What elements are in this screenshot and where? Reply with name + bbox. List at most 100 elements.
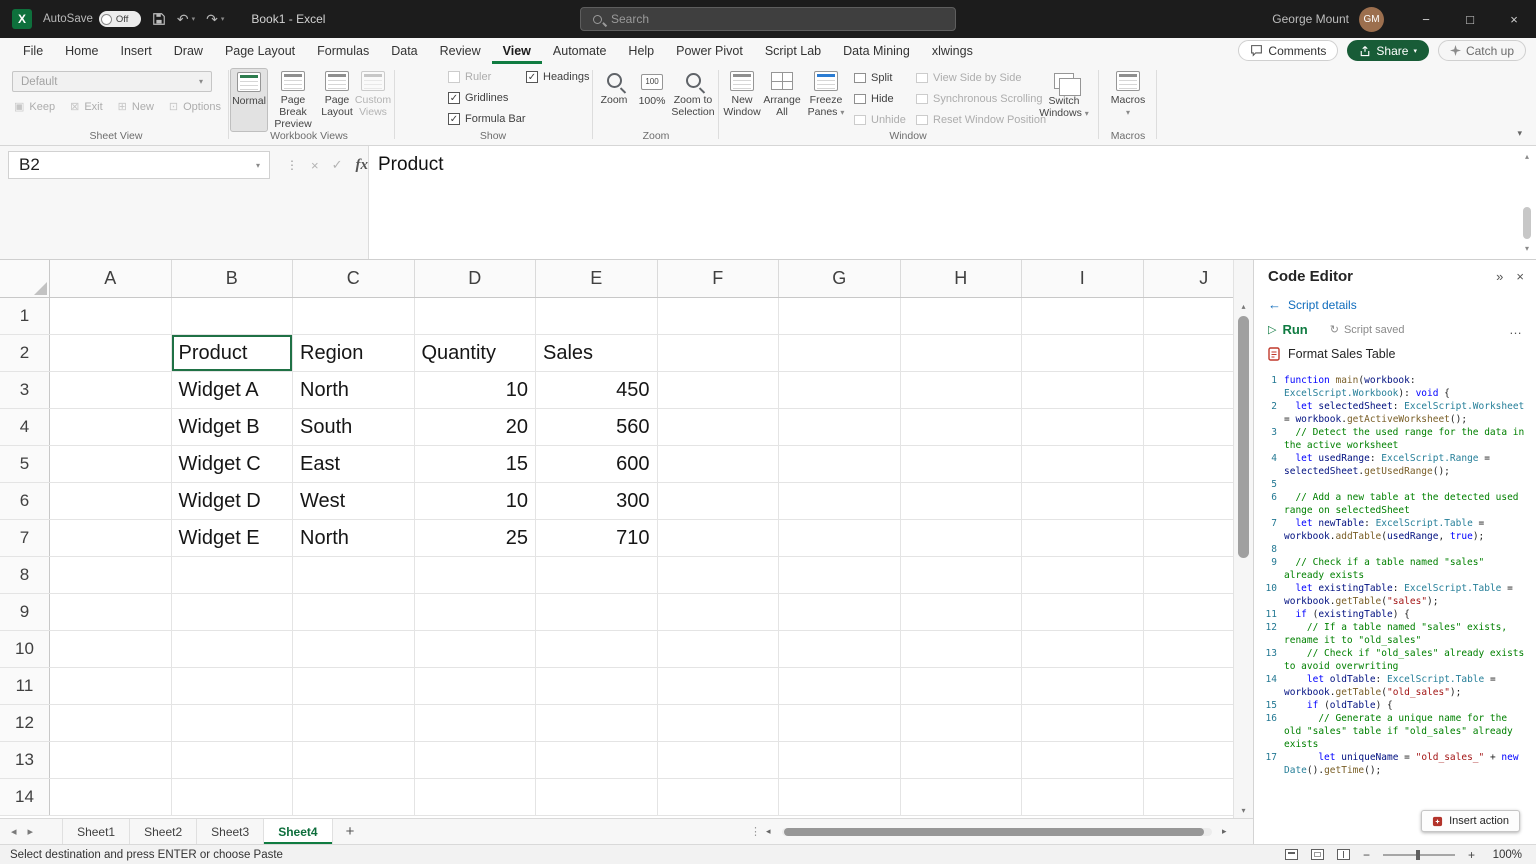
cell-A12[interactable]: [50, 705, 172, 741]
cell-I8[interactable]: [1022, 557, 1144, 593]
cell-B8[interactable]: [172, 557, 294, 593]
cell-H4[interactable]: [901, 409, 1023, 445]
cell-J14[interactable]: [1144, 779, 1234, 815]
ribbon-tab-script-lab[interactable]: Script Lab: [754, 38, 832, 64]
cell-H14[interactable]: [901, 779, 1023, 815]
gridlines-checkbox[interactable]: ✓ Gridlines: [448, 92, 508, 104]
cell-H8[interactable]: [901, 557, 1023, 593]
cell-D9[interactable]: [415, 594, 537, 630]
cell-B12[interactable]: [172, 705, 294, 741]
row-header-14[interactable]: 14: [0, 779, 50, 815]
column-header-f[interactable]: F: [658, 260, 780, 297]
save-button[interactable]: [152, 12, 166, 26]
cancel-button[interactable]: ×: [311, 158, 319, 173]
row-header-13[interactable]: 13: [0, 742, 50, 778]
cell-H13[interactable]: [901, 742, 1023, 778]
cell-G4[interactable]: [779, 409, 901, 445]
select-all-corner[interactable]: [0, 260, 50, 297]
row-header-1[interactable]: 1: [0, 298, 50, 334]
cell-J9[interactable]: [1144, 594, 1234, 630]
tab-splitter-handle[interactable]: ⋮: [750, 825, 761, 838]
undo-button[interactable]: ↶▾: [177, 11, 195, 28]
ribbon-tab-help[interactable]: Help: [617, 38, 665, 64]
cell-J5[interactable]: [1144, 446, 1234, 482]
cell-F11[interactable]: [658, 668, 780, 704]
cell-B7[interactable]: Widget E: [172, 520, 294, 556]
formula-bar-collapse-icon[interactable]: ▾: [1525, 244, 1529, 253]
column-header-i[interactable]: I: [1022, 260, 1144, 297]
freeze-panes-button[interactable]: Freeze Panes ▾: [804, 68, 848, 118]
code-line-16[interactable]: 16 // Generate a unique name for the old…: [1254, 712, 1536, 751]
cell-J8[interactable]: [1144, 557, 1234, 593]
code-line-10[interactable]: 10 let existingTable: ExcelScript.Table …: [1254, 582, 1536, 608]
code-line-12[interactable]: 12 // If a table named "sales" exists, r…: [1254, 621, 1536, 647]
cell-B13[interactable]: [172, 742, 294, 778]
column-header-c[interactable]: C: [293, 260, 415, 297]
cell-A7[interactable]: [50, 520, 172, 556]
formula-input[interactable]: Product: [368, 146, 1536, 259]
insert-action-button[interactable]: Insert action: [1421, 810, 1520, 832]
cell-C2[interactable]: Region: [293, 335, 415, 371]
cell-D5[interactable]: 15: [415, 446, 537, 482]
cell-I7[interactable]: [1022, 520, 1144, 556]
cell-D4[interactable]: 20: [415, 409, 537, 445]
cell-A2[interactable]: [50, 335, 172, 371]
horizontal-scroll-thumb[interactable]: [784, 828, 1204, 836]
unhide-button[interactable]: Unhide: [854, 114, 906, 126]
cell-J7[interactable]: [1144, 520, 1234, 556]
cell-E1[interactable]: [536, 298, 658, 334]
cell-E2[interactable]: Sales: [536, 335, 658, 371]
cell-F8[interactable]: [658, 557, 780, 593]
cell-E9[interactable]: [536, 594, 658, 630]
cell-J3[interactable]: [1144, 372, 1234, 408]
cell-F3[interactable]: [658, 372, 780, 408]
cell-H7[interactable]: [901, 520, 1023, 556]
ribbon-tab-file[interactable]: File: [12, 38, 54, 64]
cell-E10[interactable]: [536, 631, 658, 667]
cell-J6[interactable]: [1144, 483, 1234, 519]
cell-C7[interactable]: North: [293, 520, 415, 556]
cell-B1[interactable]: [172, 298, 294, 334]
cell-B11[interactable]: [172, 668, 294, 704]
cell-C4[interactable]: South: [293, 409, 415, 445]
cell-G14[interactable]: [779, 779, 901, 815]
code-line-11[interactable]: 11 if (existingTable) {: [1254, 608, 1536, 621]
cell-I6[interactable]: [1022, 483, 1144, 519]
cell-E11[interactable]: [536, 668, 658, 704]
row-header-5[interactable]: 5: [0, 446, 50, 482]
cell-I3[interactable]: [1022, 372, 1144, 408]
code-area[interactable]: 1function main(workbook: ExcelScript.Wor…: [1254, 369, 1536, 844]
cell-C8[interactable]: [293, 557, 415, 593]
cell-D8[interactable]: [415, 557, 537, 593]
insert-function-button[interactable]: fx: [356, 157, 369, 174]
cell-G11[interactable]: [779, 668, 901, 704]
next-sheet-button[interactable]: ▸: [28, 825, 45, 838]
zoom-in-button[interactable]: +: [1468, 848, 1475, 862]
cell-E13[interactable]: [536, 742, 658, 778]
zoom-slider-knob[interactable]: [1416, 850, 1420, 860]
search-input[interactable]: [611, 12, 943, 26]
cell-G2[interactable]: [779, 335, 901, 371]
cell-E7[interactable]: 710: [536, 520, 658, 556]
cell-F2[interactable]: [658, 335, 780, 371]
sheet-tab-sheet4[interactable]: Sheet4: [264, 819, 332, 844]
keep-button[interactable]: ▣Keep: [14, 101, 55, 113]
cell-F1[interactable]: [658, 298, 780, 334]
cell-E3[interactable]: 450: [536, 372, 658, 408]
cell-E5[interactable]: 600: [536, 446, 658, 482]
zoom-level[interactable]: 100%: [1488, 849, 1522, 861]
cell-J13[interactable]: [1144, 742, 1234, 778]
cell-G6[interactable]: [779, 483, 901, 519]
cell-B3[interactable]: Widget A: [172, 372, 294, 408]
code-line-1[interactable]: 1function main(workbook: ExcelScript.Wor…: [1254, 374, 1536, 400]
row-header-3[interactable]: 3: [0, 372, 50, 408]
ribbon-tab-data[interactable]: Data: [380, 38, 428, 64]
column-header-h[interactable]: H: [901, 260, 1023, 297]
column-header-e[interactable]: E: [536, 260, 658, 297]
cell-A5[interactable]: [50, 446, 172, 482]
cell-F14[interactable]: [658, 779, 780, 815]
cell-E6[interactable]: 300: [536, 483, 658, 519]
cell-D11[interactable]: [415, 668, 537, 704]
cell-C13[interactable]: [293, 742, 415, 778]
zoom-slider[interactable]: [1383, 854, 1455, 856]
